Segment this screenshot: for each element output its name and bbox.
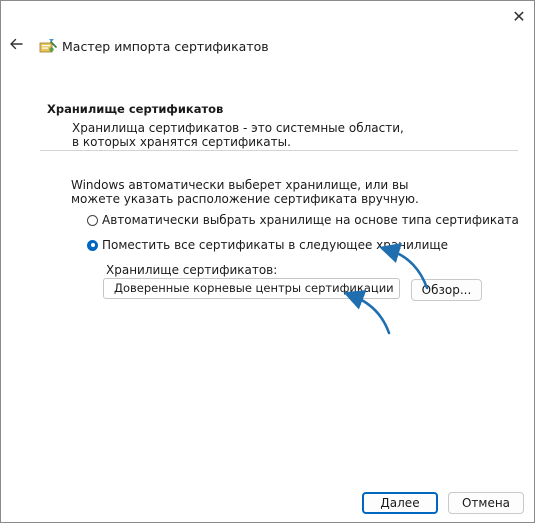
wizard-header: Хранилище сертификатов Хранилища сертифи… [40,100,518,151]
cancel-button[interactable]: Отмена [448,492,524,514]
store-input[interactable]: Доверенные корневые центры сертификации [103,278,400,299]
radio-label-auto: Автоматически выбрать хранилище на основ… [102,213,519,227]
store-field-label: Хранилище сертификатов: [106,263,278,277]
back-button[interactable] [7,35,25,53]
header-description: Хранилища сертификатов - это системные о… [72,121,404,149]
radio-place-in-store[interactable]: Поместить все сертификаты в следующее хр… [87,238,448,252]
back-arrow-icon [10,38,23,50]
close-icon: ✕ [512,7,526,26]
annotation-arrow-store [343,290,391,335]
radio-label-place: Поместить все сертификаты в следующее хр… [102,238,449,252]
header-title: Хранилище сертификатов [47,102,224,116]
window-title: Мастер импорта сертификатов [62,39,269,54]
radio-auto-select-store[interactable]: Автоматически выбрать хранилище на основ… [87,213,519,227]
annotation-arrows [343,243,429,335]
radio-circle-checked [87,239,98,251]
close-button[interactable]: ✕ [507,5,531,29]
radio-circle-unchecked [87,214,98,226]
certificate-import-wizard-window: ✕ Мастер импорта сертификатов Хранилище … [0,0,535,523]
next-button[interactable]: Далее [362,492,438,514]
certificate-wizard-icon [39,39,57,53]
intro-text: Windows автоматически выберет хранилище,… [71,178,419,206]
browse-button[interactable]: Обзор... [411,279,482,301]
